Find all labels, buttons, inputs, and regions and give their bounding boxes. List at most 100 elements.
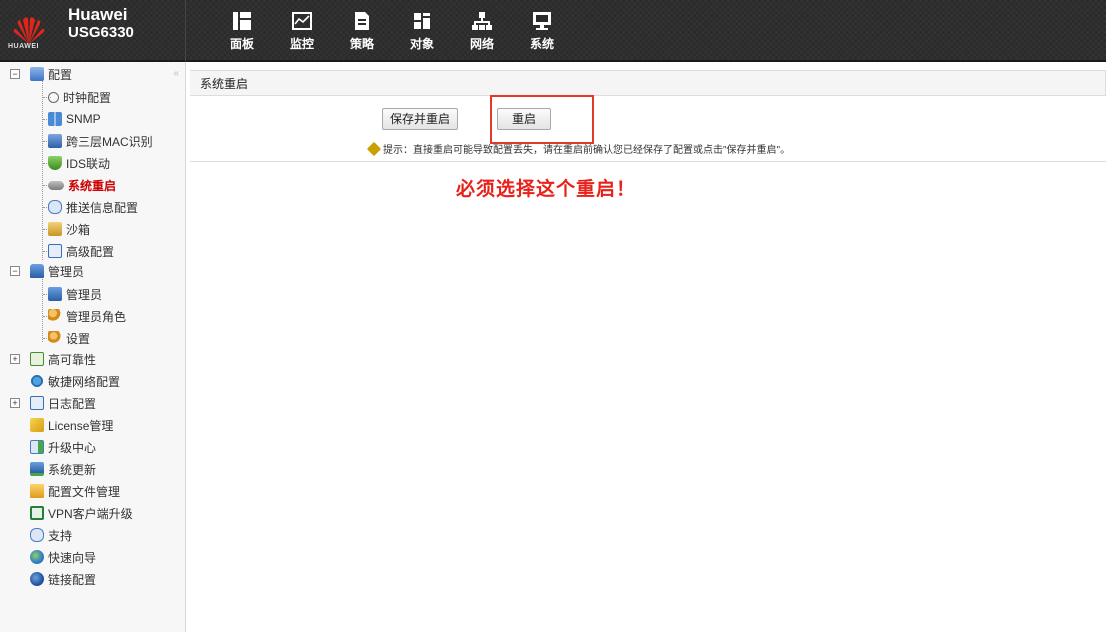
nav-object[interactable]: 对象: [392, 0, 452, 62]
sidebar-item-admins[interactable]: 管理员: [48, 284, 102, 304]
tree-group-admin[interactable]: − 管理员: [10, 261, 84, 281]
sidebar-item-admin-roles[interactable]: 管理员角色: [48, 306, 126, 326]
tree-line: [42, 80, 43, 260]
tree-group-high-availability[interactable]: + 高可靠性: [10, 349, 96, 369]
license-icon: [30, 418, 44, 432]
sidebar-item-label: License管理: [48, 418, 114, 433]
user-settings-icon: [48, 331, 62, 345]
restart-icon: [48, 180, 64, 190]
sidebar-item-label: 管理员角色: [66, 309, 127, 324]
dashboard-icon: [233, 12, 251, 30]
nav-network[interactable]: 网络: [452, 0, 512, 62]
folder-icon: [30, 484, 44, 498]
sidebar-item-clock[interactable]: 时钟配置: [48, 87, 111, 107]
sidebar-collapse-icon[interactable]: «: [173, 68, 179, 79]
warning-icon: [366, 141, 382, 156]
users-icon: [48, 309, 62, 323]
sidebar-item-label: 链接配置: [48, 572, 97, 587]
policy-icon: [355, 12, 369, 30]
logo-text: HUAWEI: [8, 43, 39, 50]
top-header: HUAWEI Huawei USG6330 面板 监控 策略 对象 网络 系统: [0, 0, 1106, 62]
sidebar-item-label: 系统更新: [48, 462, 97, 477]
shield-icon: [48, 156, 62, 170]
sidebar-item-vpn-client-upgrade[interactable]: VPN客户端升级: [30, 503, 133, 523]
sidebar-item-label: 沙箱: [66, 222, 91, 237]
tree-line: [42, 276, 43, 342]
sidebar-item-label: 时钟配置: [63, 90, 112, 105]
expand-toggle-icon[interactable]: +: [10, 398, 20, 408]
sidebar-item-label: 支持: [48, 528, 73, 543]
snmp-icon: [48, 112, 62, 126]
sidebar-item-license[interactable]: License管理: [30, 415, 113, 435]
save-and-restart-button[interactable]: 保存并重启: [382, 108, 458, 130]
tree-group-log-config[interactable]: + 日志配置: [10, 393, 96, 413]
sidebar-item-ids[interactable]: IDS联动: [48, 153, 110, 173]
agile-network-icon: [30, 374, 44, 388]
sidebar-item-link-config[interactable]: 链接配置: [30, 569, 96, 589]
system-icon: [533, 12, 551, 30]
nav-monitor-label: 监控: [289, 37, 314, 51]
support-icon: [30, 528, 44, 542]
object-icon: [414, 13, 430, 29]
tree-group-label: 配置: [48, 67, 73, 82]
sidebar-item-label: 敏捷网络配置: [48, 374, 121, 389]
sidebar-item-label: 升级中心: [48, 440, 97, 455]
computer-icon: [48, 134, 62, 148]
sidebar-item-label: 配置文件管理: [48, 484, 121, 499]
nav-policy[interactable]: 策略: [332, 0, 392, 62]
sidebar-item-label: 管理员: [66, 287, 103, 302]
sidebar-item-support[interactable]: 支持: [30, 525, 72, 545]
expand-toggle-icon[interactable]: +: [10, 354, 20, 364]
sidebar-item-advanced[interactable]: 高级配置: [48, 241, 114, 261]
system-update-icon: [30, 462, 44, 476]
sidebar-item-label: SNMP: [66, 112, 101, 126]
log-icon: [30, 396, 44, 410]
sidebar-item-system-restart[interactable]: 系统重启: [48, 175, 116, 195]
sidebar-item-system-update[interactable]: 系统更新: [30, 459, 96, 479]
nav-system-label: 系统: [529, 37, 554, 51]
sidebar-item-settings[interactable]: 设置: [48, 328, 90, 348]
sidebar-item-config-file[interactable]: 配置文件管理: [30, 481, 120, 501]
annotation-highlight-box: [490, 95, 594, 144]
sandbox-icon: [48, 222, 62, 236]
collapse-toggle-icon[interactable]: −: [10, 69, 20, 79]
tree-group-config[interactable]: − 配置: [10, 64, 72, 84]
sidebar: « − 配置 时钟配置 SNMP 跨三层MAC识别 IDS联动 系统重启 推送信…: [0, 62, 186, 632]
admin-user-icon: [48, 287, 62, 301]
nav-monitor[interactable]: 监控: [272, 0, 332, 62]
sidebar-item-agile-network[interactable]: 敏捷网络配置: [30, 371, 120, 391]
nav-system[interactable]: 系统: [512, 0, 572, 62]
tree-group-label: 日志配置: [48, 396, 97, 411]
sidebar-item-sandbox[interactable]: 沙箱: [48, 219, 90, 239]
nav-dashboard[interactable]: 面板: [212, 0, 272, 62]
brand-name: Huawei: [68, 5, 128, 24]
message-icon: [48, 200, 62, 214]
sidebar-item-snmp[interactable]: SNMP: [48, 109, 101, 129]
nav-dashboard-label: 面板: [229, 37, 254, 51]
sidebar-item-label: 高级配置: [66, 244, 115, 259]
sidebar-item-label: 设置: [66, 331, 91, 346]
tree-group-label: 管理员: [48, 264, 85, 279]
page-title: 系统重启: [190, 70, 1106, 96]
restart-panel: 保存并重启 重启 提示：直接重启可能导致配置丢失，请在重启前确认您已经保存了配置…: [190, 96, 1106, 162]
collapse-toggle-icon[interactable]: −: [10, 266, 20, 276]
network-icon: [472, 12, 492, 30]
sidebar-item-mac-identify[interactable]: 跨三层MAC识别: [48, 131, 153, 151]
sidebar-item-label: VPN客户端升级: [48, 506, 133, 521]
sidebar-item-upgrade-center[interactable]: 升级中心: [30, 437, 96, 457]
high-availability-icon: [30, 352, 44, 366]
sidebar-item-label: 跨三层MAC识别: [66, 134, 153, 149]
brand-area: HUAWEI Huawei USG6330: [0, 0, 186, 62]
sidebar-item-label: 推送信息配置: [66, 200, 139, 215]
sidebar-item-quick-wizard[interactable]: 快速向导: [30, 547, 96, 567]
clock-icon: [48, 91, 59, 103]
tree-group-label: 高可靠性: [48, 352, 97, 367]
sidebar-item-label: 系统重启: [68, 178, 117, 193]
config-icon: [30, 67, 44, 81]
globe-icon: [30, 550, 44, 564]
link-config-icon: [30, 572, 44, 586]
sidebar-item-push-info[interactable]: 推送信息配置: [48, 197, 138, 217]
nav-object-label: 对象: [409, 37, 434, 51]
main-nav: 面板 监控 策略 对象 网络 系统: [212, 0, 572, 62]
nav-policy-label: 策略: [349, 37, 374, 51]
